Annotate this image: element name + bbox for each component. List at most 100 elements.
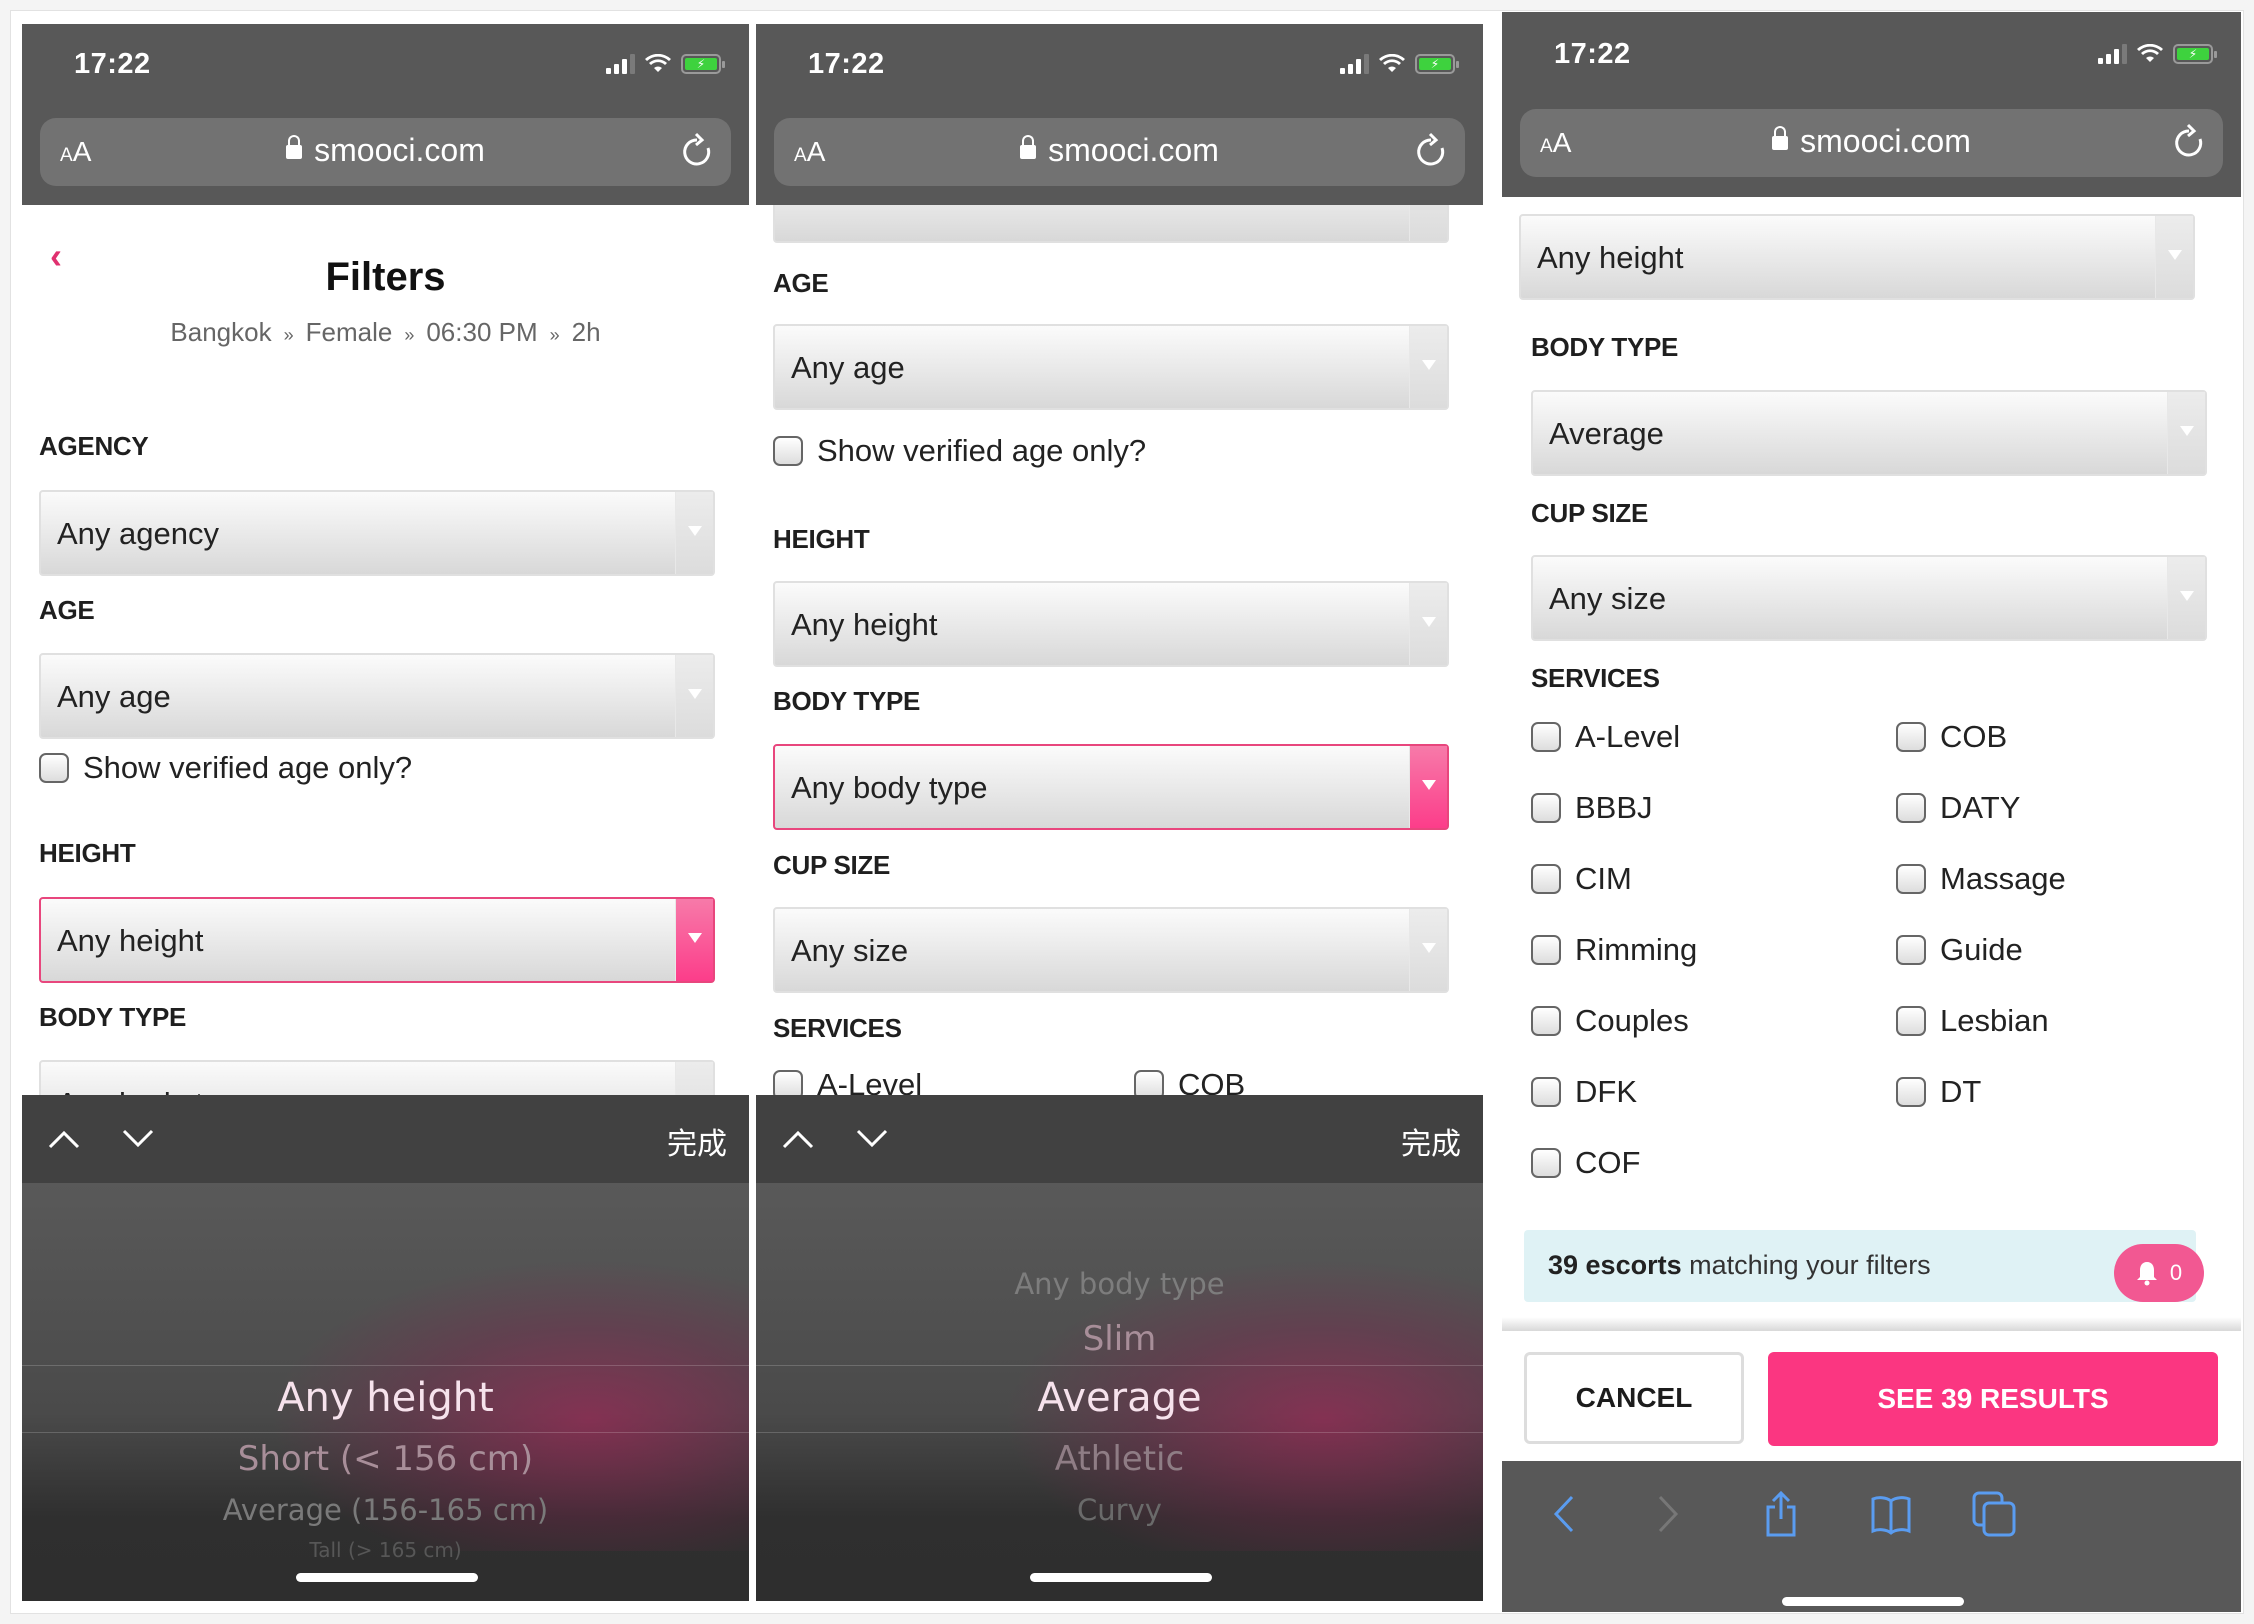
results-alert-banner: 39 escorts matching your filters 0 (1524, 1230, 2204, 1302)
reload-icon[interactable] (677, 132, 717, 172)
next-field-chevron-down-icon[interactable] (120, 1121, 156, 1157)
reload-icon[interactable] (1411, 132, 1451, 172)
body-type-label: BODY TYPE (39, 1002, 187, 1032)
service-checkbox-dfk[interactable]: DFK (1531, 1074, 1637, 1110)
safari-header: 17:22 ⚡ AA smooci.com (22, 24, 749, 205)
service-checkbox-rimming[interactable]: Rimming (1531, 932, 1697, 968)
lock-icon (286, 135, 303, 159)
service-checkbox-a-level[interactable]: A-Level (1531, 719, 1680, 755)
checkbox[interactable] (1896, 793, 1926, 823)
results-count-text: 39 escorts matching your filters (1548, 1250, 1931, 1280)
service-checkbox-cim[interactable]: CIM (1531, 861, 1632, 897)
checkbox[interactable] (1896, 935, 1926, 965)
cup-size-select[interactable]: Any size (1531, 555, 2207, 641)
address-bar[interactable]: AA smooci.com (1520, 109, 2223, 177)
service-label: COF (1575, 1145, 1641, 1180)
checkbox[interactable] (1531, 1077, 1561, 1107)
back-arrow-icon[interactable] (1540, 1489, 1590, 1539)
alert-count: 0 (2169, 1260, 2183, 1285)
checkbox[interactable] (39, 753, 69, 783)
picker-option[interactable]: Curvy (756, 1493, 1483, 1527)
address-bar[interactable]: AA smooci.com (40, 118, 731, 186)
height-select[interactable]: Any height (1519, 214, 2195, 300)
checkbox[interactable] (1531, 722, 1561, 752)
url-text: smooci.com (314, 132, 485, 168)
body-type-picker-wheel[interactable]: Any body type Slim Average Athletic Curv… (756, 1183, 1483, 1601)
verified-age-checkbox[interactable]: Show verified age only? (773, 433, 1146, 469)
previous-field-chevron-up-icon[interactable] (46, 1121, 82, 1157)
cancel-button[interactable]: CANCEL (1524, 1352, 1744, 1444)
forward-arrow-icon[interactable] (1642, 1489, 1692, 1539)
bookmarks-icon[interactable] (1866, 1489, 1916, 1539)
service-label: Massage (1940, 861, 2066, 896)
url-text: smooci.com (1048, 132, 1219, 168)
checkbox[interactable] (1531, 793, 1561, 823)
address-bar[interactable]: AA smooci.com (774, 118, 1465, 186)
chevron-down-icon (1409, 746, 1447, 828)
picker-option[interactable]: Any body type (756, 1267, 1483, 1301)
agency-select[interactable]: Any agency (39, 490, 715, 576)
next-field-chevron-down-icon[interactable] (854, 1121, 890, 1157)
chevron-down-icon (675, 655, 713, 737)
height-select[interactable]: Any height (39, 897, 715, 983)
checkbox[interactable] (1531, 1006, 1561, 1036)
service-label: DATY (1940, 790, 2021, 825)
keyboard-accessory-bar: 完成 (22, 1095, 749, 1183)
checkbox[interactable] (1531, 1148, 1561, 1178)
service-checkbox-lesbian[interactable]: Lesbian (1896, 1003, 2049, 1039)
keyboard-accessory-bar: 完成 (756, 1095, 1483, 1183)
home-indicator[interactable] (295, 1573, 478, 1582)
picker-option[interactable]: Athletic (756, 1439, 1483, 1479)
cup-size-select[interactable]: Any size (773, 907, 1449, 993)
tabs-icon[interactable] (1970, 1489, 2020, 1539)
verified-age-checkbox[interactable]: Show verified age only? (39, 750, 412, 786)
status-icons: ⚡ (1340, 54, 1459, 74)
checkbox[interactable] (1531, 864, 1561, 894)
done-button[interactable]: 完成 (667, 1119, 727, 1163)
alert-subscribe-badge[interactable]: 0 (2114, 1244, 2204, 1302)
chevron-down-icon (2167, 557, 2205, 639)
checkbox[interactable] (1531, 935, 1561, 965)
service-checkbox-guide[interactable]: Guide (1896, 932, 2023, 968)
page-title: Filters (325, 255, 446, 299)
chevron-down-icon (675, 492, 713, 574)
age-select[interactable]: Any age (773, 324, 1449, 410)
reload-icon[interactable] (2169, 123, 2209, 163)
body-type-label: BODY TYPE (773, 686, 921, 716)
picker-option[interactable]: Tall (> 165 cm) (22, 1538, 749, 1562)
service-checkbox-couples[interactable]: Couples (1531, 1003, 1689, 1039)
service-checkbox-cob[interactable]: COB (1896, 719, 2007, 755)
checkbox[interactable] (1896, 1077, 1926, 1107)
checkbox[interactable] (773, 436, 803, 466)
home-indicator[interactable] (1781, 1597, 1964, 1606)
height-select[interactable]: Any height (773, 581, 1449, 667)
service-label: DT (1940, 1074, 1982, 1109)
picker-option[interactable]: Average (156-165 cm) (22, 1493, 749, 1527)
age-select[interactable]: Any age (39, 653, 715, 739)
picker-option[interactable]: Short (< 156 cm) (22, 1439, 749, 1479)
previous-field-chevron-up-icon[interactable] (780, 1121, 816, 1157)
done-button[interactable]: 完成 (1401, 1119, 1461, 1163)
height-picker-wheel[interactable]: Any height Short (< 156 cm) Average (156… (22, 1183, 749, 1601)
checkbox[interactable] (1896, 1006, 1926, 1036)
see-results-button[interactable]: SEE 39 RESULTS (1768, 1352, 2218, 1446)
picker-option[interactable]: Slim (756, 1319, 1483, 1359)
picker-option-selected[interactable]: Any height (22, 1375, 749, 1421)
chevron-down-icon (1409, 583, 1447, 665)
service-checkbox-cof[interactable]: COF (1531, 1145, 1640, 1181)
home-indicator[interactable] (1029, 1573, 1212, 1582)
service-checkbox-massage[interactable]: Massage (1896, 861, 2066, 897)
checkbox[interactable] (1896, 864, 1926, 894)
status-time: 17:22 (808, 48, 885, 80)
service-label: Couples (1575, 1003, 1689, 1038)
picker-option-selected[interactable]: Average (756, 1375, 1483, 1421)
body-type-select[interactable]: Any body type (773, 744, 1449, 830)
services-label: SERVICES (1531, 663, 1660, 693)
body-type-select[interactable]: Average (1531, 390, 2207, 476)
service-checkbox-dt[interactable]: DT (1896, 1074, 1981, 1110)
checkbox[interactable] (1896, 722, 1926, 752)
service-checkbox-daty[interactable]: DATY (1896, 790, 2020, 826)
share-icon[interactable] (1756, 1489, 1806, 1539)
body-type-label: BODY TYPE (1531, 332, 1679, 362)
service-checkbox-bbbj[interactable]: BBBJ (1531, 790, 1653, 826)
